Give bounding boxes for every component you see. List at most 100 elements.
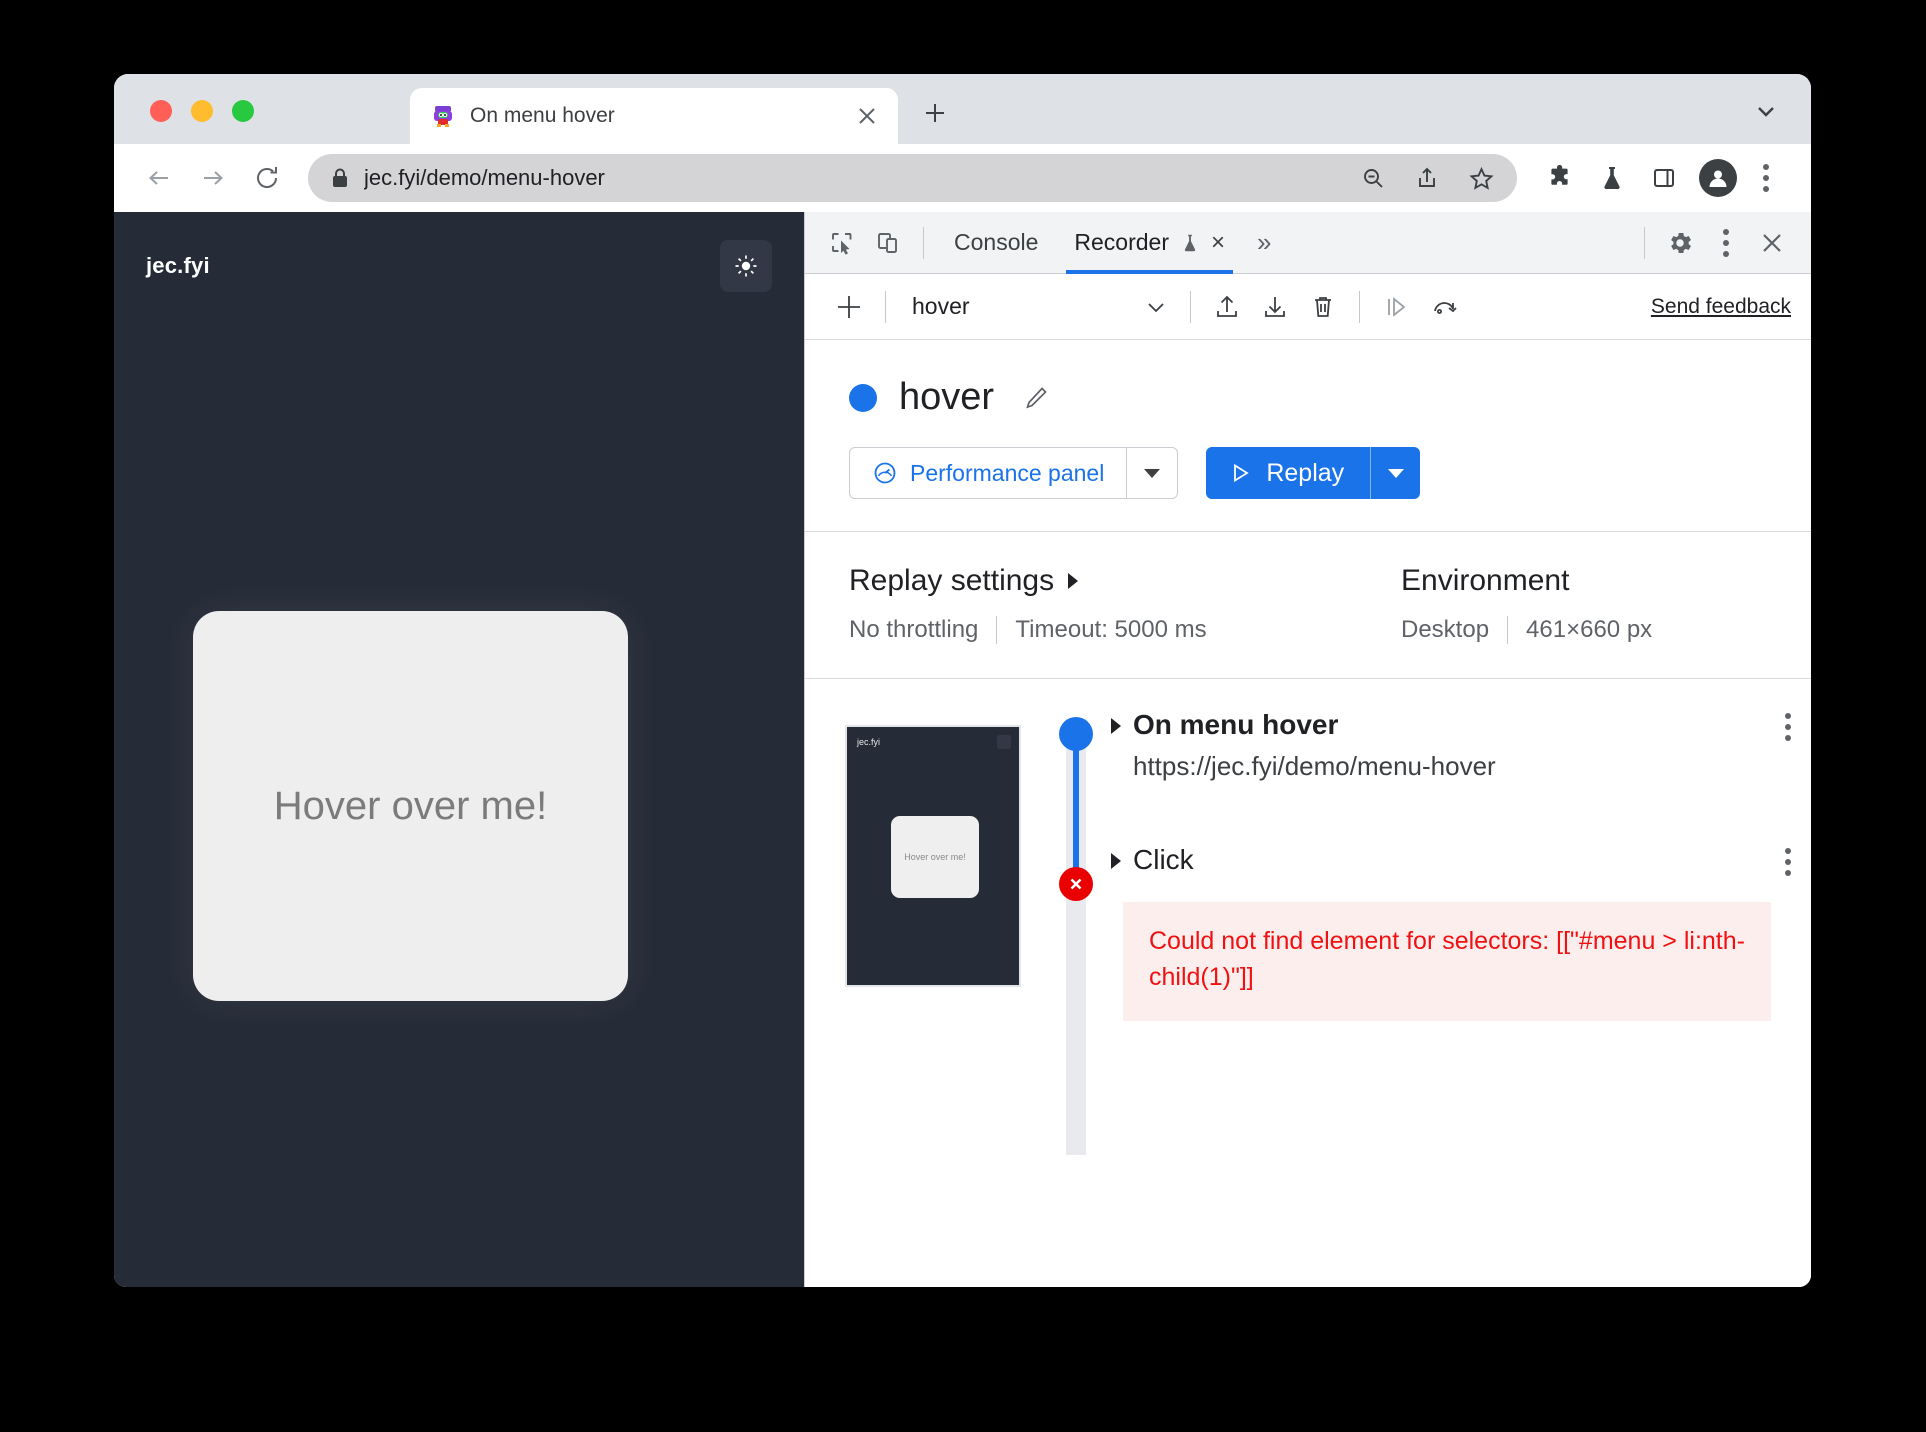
more-tabs-button[interactable]: » — [1243, 227, 1285, 258]
import-download-icon[interactable] — [1251, 283, 1299, 331]
recording-title: hover — [899, 376, 995, 418]
browser-menu-three-dots-vertical-icon[interactable] — [1743, 155, 1789, 201]
close-window-button[interactable] — [150, 100, 172, 122]
devtools-panel: Console Recorder × » hover Send feedback… — [804, 212, 1811, 1287]
recording-select-value[interactable]: hover — [912, 293, 970, 320]
back-arrow-icon[interactable] — [132, 151, 186, 205]
step-body: On menu hover https://jec.fyi/demo/menu-… — [1133, 709, 1765, 782]
step-over-icon[interactable] — [1372, 283, 1420, 331]
close-tab-button[interactable] — [852, 101, 882, 131]
sun-icon — [733, 253, 759, 279]
inspect-element-icon[interactable] — [819, 220, 865, 266]
recorder-toolbar: hover Send feedback — [805, 274, 1811, 340]
minimize-window-button[interactable] — [191, 100, 213, 122]
tab-strip: On menu hover — [114, 74, 1811, 144]
device-toolbar-icon[interactable] — [865, 220, 911, 266]
url-text[interactable]: jec.fyi/demo/menu-hover — [364, 165, 1339, 191]
divider — [885, 290, 886, 323]
step-menu-three-dots-vertical-icon[interactable] — [1765, 709, 1811, 741]
plus-icon[interactable] — [825, 283, 873, 331]
settings-strip: Replay settings No throttling Timeout: 5… — [805, 532, 1811, 679]
steps-section: jec.fyi Hover over me! On menu hover htt… — [805, 679, 1811, 1287]
replay-button[interactable]: Replay — [1206, 447, 1371, 499]
replay-arc-icon[interactable] — [1420, 283, 1468, 331]
address-bar[interactable]: jec.fyi/demo/menu-hover — [308, 154, 1517, 202]
browser-tab[interactable]: On menu hover — [410, 88, 898, 144]
account-avatar-icon[interactable] — [1699, 159, 1737, 197]
side-panel-icon[interactable] — [1641, 155, 1687, 201]
environment-device: Desktop — [1401, 616, 1490, 643]
page-header: jec.fyi — [114, 212, 804, 292]
replay-settings-values: No throttling Timeout: 5000 ms — [849, 616, 1401, 644]
step-url: https://jec.fyi/demo/menu-hover — [1133, 751, 1496, 781]
tab-console[interactable]: Console — [936, 212, 1056, 274]
pencil-edit-icon[interactable] — [1016, 378, 1056, 418]
throttling-value: No throttling — [849, 616, 979, 643]
experiment-flask-icon — [1179, 232, 1201, 254]
thumbnail-hover-card: Hover over me! — [891, 816, 979, 898]
star-icon[interactable] — [1461, 158, 1501, 198]
performance-panel-label: Performance panel — [910, 459, 1105, 486]
close-devtools-icon[interactable] — [1749, 220, 1795, 266]
window-body: jec.fyi Hover over me! Console Recorder … — [114, 212, 1811, 1287]
replay-caret-down-icon[interactable] — [1370, 447, 1421, 499]
divider — [1190, 290, 1192, 323]
environment-values: Desktop 461×660 px — [1401, 616, 1811, 644]
divider — [996, 616, 998, 644]
tab-recorder-label: Recorder — [1074, 229, 1169, 255]
step-caret-right-icon[interactable] — [1099, 709, 1133, 735]
trash-icon[interactable] — [1299, 283, 1347, 331]
hover-card-label: Hover over me! — [273, 783, 548, 828]
recording-status-dot — [849, 383, 877, 412]
devtools-more-three-dots-vertical-icon[interactable] — [1703, 220, 1749, 266]
gear-icon[interactable] — [1657, 220, 1703, 266]
performance-panel-caret-down-icon[interactable] — [1126, 447, 1179, 499]
new-tab-button[interactable] — [914, 92, 956, 134]
site-brand: jec.fyi — [146, 253, 210, 278]
tab-console-label: Console — [954, 229, 1039, 255]
steps-main: On menu hover https://jec.fyi/demo/menu-… — [1021, 709, 1811, 1287]
environment-title-row: Environment — [1401, 564, 1811, 598]
export-upload-icon[interactable] — [1203, 283, 1251, 331]
timeline-node-success — [1059, 717, 1093, 751]
step-menu-three-dots-vertical-icon[interactable] — [1765, 844, 1811, 876]
close-recorder-tab-button[interactable]: × — [1211, 229, 1225, 257]
hover-target-card[interactable]: Hover over me! — [193, 611, 628, 1001]
forward-arrow-icon[interactable] — [186, 151, 240, 205]
divider — [923, 226, 924, 259]
theme-toggle-button[interactable] — [720, 240, 772, 292]
step-error-message: Could not find element for selectors: [[… — [1123, 902, 1771, 1021]
step-screenshot-thumbnail[interactable]: jec.fyi Hover over me! — [845, 725, 1021, 987]
tab-search-chevron-down-icon[interactable] — [1747, 92, 1785, 130]
error-cross-icon — [1059, 867, 1093, 901]
flask-icon[interactable] — [1589, 155, 1635, 201]
replay-settings-title-row[interactable]: Replay settings — [849, 564, 1401, 598]
step-row-click[interactable]: Click — [1099, 844, 1811, 876]
recording-select-chevron-down-icon[interactable] — [1134, 285, 1178, 329]
replay-split-button[interactable]: Replay — [1206, 447, 1421, 499]
share-icon[interactable] — [1407, 158, 1447, 198]
performance-panel-split-button[interactable]: Performance panel — [849, 447, 1179, 499]
environment-title: Environment — [1401, 564, 1570, 597]
step-row-navigate[interactable]: On menu hover https://jec.fyi/demo/menu-… — [1099, 709, 1811, 782]
tab-recorder[interactable]: Recorder × — [1056, 212, 1243, 274]
thumbnail-brand: jec.fyi — [857, 737, 881, 747]
zoom-out-icon[interactable] — [1353, 158, 1393, 198]
tab-title: On menu hover — [470, 104, 615, 127]
step-body: Click — [1133, 844, 1765, 876]
replay-settings-title: Replay settings — [849, 564, 1055, 597]
reload-icon[interactable] — [240, 151, 294, 205]
step-title: On menu hover — [1133, 709, 1339, 740]
performance-gauge-icon — [872, 460, 898, 486]
send-feedback-link[interactable]: Send feedback — [1651, 295, 1791, 319]
performance-panel-button[interactable]: Performance panel — [849, 447, 1127, 499]
maximize-window-button[interactable] — [232, 100, 254, 122]
puzzle-piece-icon[interactable] — [1537, 155, 1583, 201]
replay-button-label: Replay — [1266, 458, 1345, 487]
page-viewport: jec.fyi Hover over me! — [114, 212, 804, 1287]
step-caret-right-icon[interactable] — [1099, 844, 1133, 870]
caret-right-icon[interactable] — [1066, 572, 1080, 590]
replay-settings-section[interactable]: Replay settings No throttling Timeout: 5… — [849, 564, 1401, 644]
recording-actions: Performance panel Replay — [849, 447, 1811, 499]
recording-title-row: hover — [849, 376, 1811, 419]
